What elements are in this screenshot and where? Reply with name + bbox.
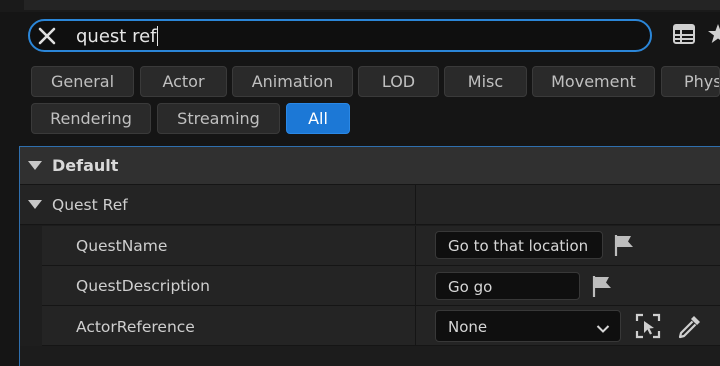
filter-general[interactable]: General [31,66,134,97]
star-icon [707,23,720,49]
filter-rendering[interactable]: Rendering [31,103,151,134]
flag-icon[interactable] [612,233,636,257]
filter-actor[interactable]: Actor [140,66,227,97]
dropdown-value: None [448,318,488,336]
search-box[interactable] [28,19,652,52]
actor-reference-dropdown[interactable]: None [435,310,621,342]
close-icon[interactable] [37,26,57,46]
row-indent [20,306,42,346]
column-divider [415,266,416,306]
column-divider [415,226,416,266]
row-indent [20,266,42,306]
category-header-default[interactable]: Default [20,147,720,185]
column-divider [415,185,416,225]
group-row-quest-ref[interactable]: Quest Ref [20,185,720,225]
table-view-button[interactable] [669,22,699,50]
filter-movement[interactable]: Movement [532,66,655,97]
filter-lod[interactable]: LOD [358,66,439,97]
filter-physics[interactable]: Physics [661,66,720,97]
group-label: Quest Ref [52,196,128,214]
column-divider [415,306,416,346]
row-indent [20,226,42,266]
eyedropper-icon[interactable] [677,313,703,339]
filter-all[interactable]: All [286,103,350,134]
favorites-button[interactable] [707,22,720,50]
flag-icon[interactable] [590,274,614,298]
property-name: QuestName [76,237,168,255]
questname-value-field[interactable]: Go to that location [435,231,603,259]
top-strip-inner [24,0,720,10]
property-row-actorreference: ActorReference None [20,306,720,346]
table-icon [673,24,695,48]
property-name: ActorReference [76,318,195,336]
filter-streaming[interactable]: Streaming [157,103,280,134]
text-caret [157,26,159,46]
property-row-questname: QuestName Go to that location [20,226,720,266]
pick-actor-icon[interactable] [635,313,661,339]
filter-misc[interactable]: Misc [444,66,527,97]
expand-arrow-icon[interactable] [28,161,42,170]
top-strip [0,0,720,12]
filter-animation[interactable]: Animation [232,66,353,97]
questdescription-value-field[interactable]: Go go [435,272,580,300]
category-title: Default [52,156,119,175]
property-row-questdescription: QuestDescription Go go [20,266,720,306]
details-panel: Default Quest Ref QuestName Go to that l… [19,146,720,366]
dropdown-chevron-icon [596,320,610,338]
expand-arrow-icon[interactable] [28,200,42,209]
property-name: QuestDescription [76,277,210,295]
